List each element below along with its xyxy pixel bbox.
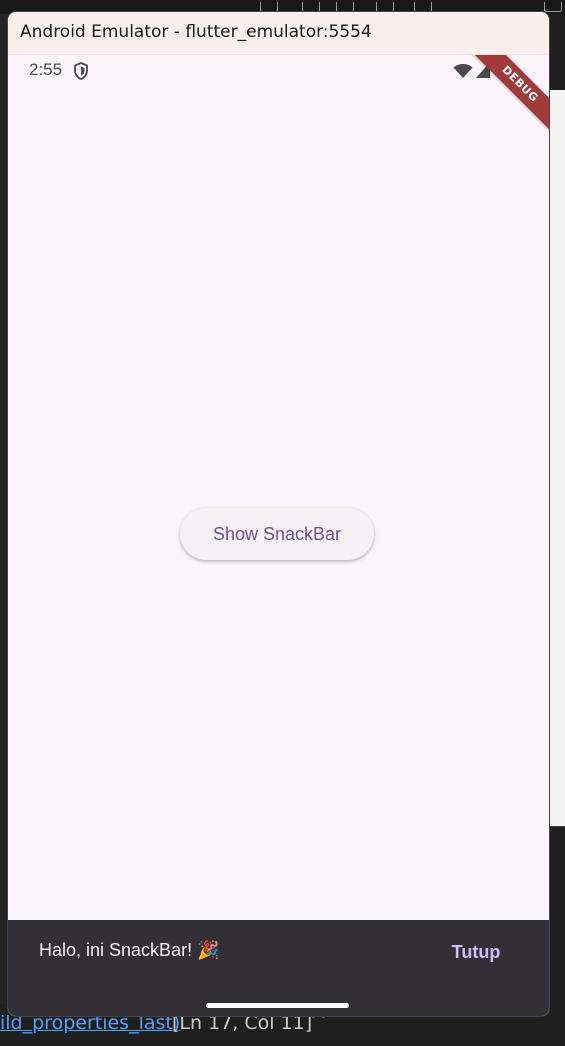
status-time: 2:55 — [29, 60, 63, 79]
layout-icon[interactable] — [302, 2, 320, 12]
emulator-title-bar[interactable]: Android Emulator - flutter_emulator:5554 — [8, 12, 549, 55]
show-snackbar-button[interactable]: Show SnackBar — [180, 508, 374, 560]
layout-icon[interactable] — [260, 2, 278, 12]
layout-icon[interactable] — [414, 2, 432, 12]
snackbar: Halo, ini SnackBar! 🎉 Tutup — [8, 920, 549, 1016]
layout-icon[interactable] — [376, 2, 394, 12]
editor-right-panel — [548, 90, 565, 826]
device-screen: 2:55 DEBUG Show SnackBar Halo, ini Snack… — [8, 55, 549, 1016]
snackbar-message: Halo, ini SnackBar! 🎉 — [39, 940, 220, 960]
shield-icon — [74, 62, 88, 80]
snackbar-close-button[interactable]: Tutup — [444, 934, 508, 970]
gesture-navigation-bar[interactable] — [206, 1003, 349, 1008]
wifi-icon — [453, 64, 473, 78]
editor-right-panel-dark — [548, 826, 565, 1007]
emulator-window: Android Emulator - flutter_emulator:5554… — [8, 12, 549, 1016]
emulator-title: Android Emulator - flutter_emulator:5554 — [20, 22, 372, 42]
layout-icon[interactable] — [336, 2, 354, 12]
layout-icon[interactable] — [544, 2, 562, 12]
